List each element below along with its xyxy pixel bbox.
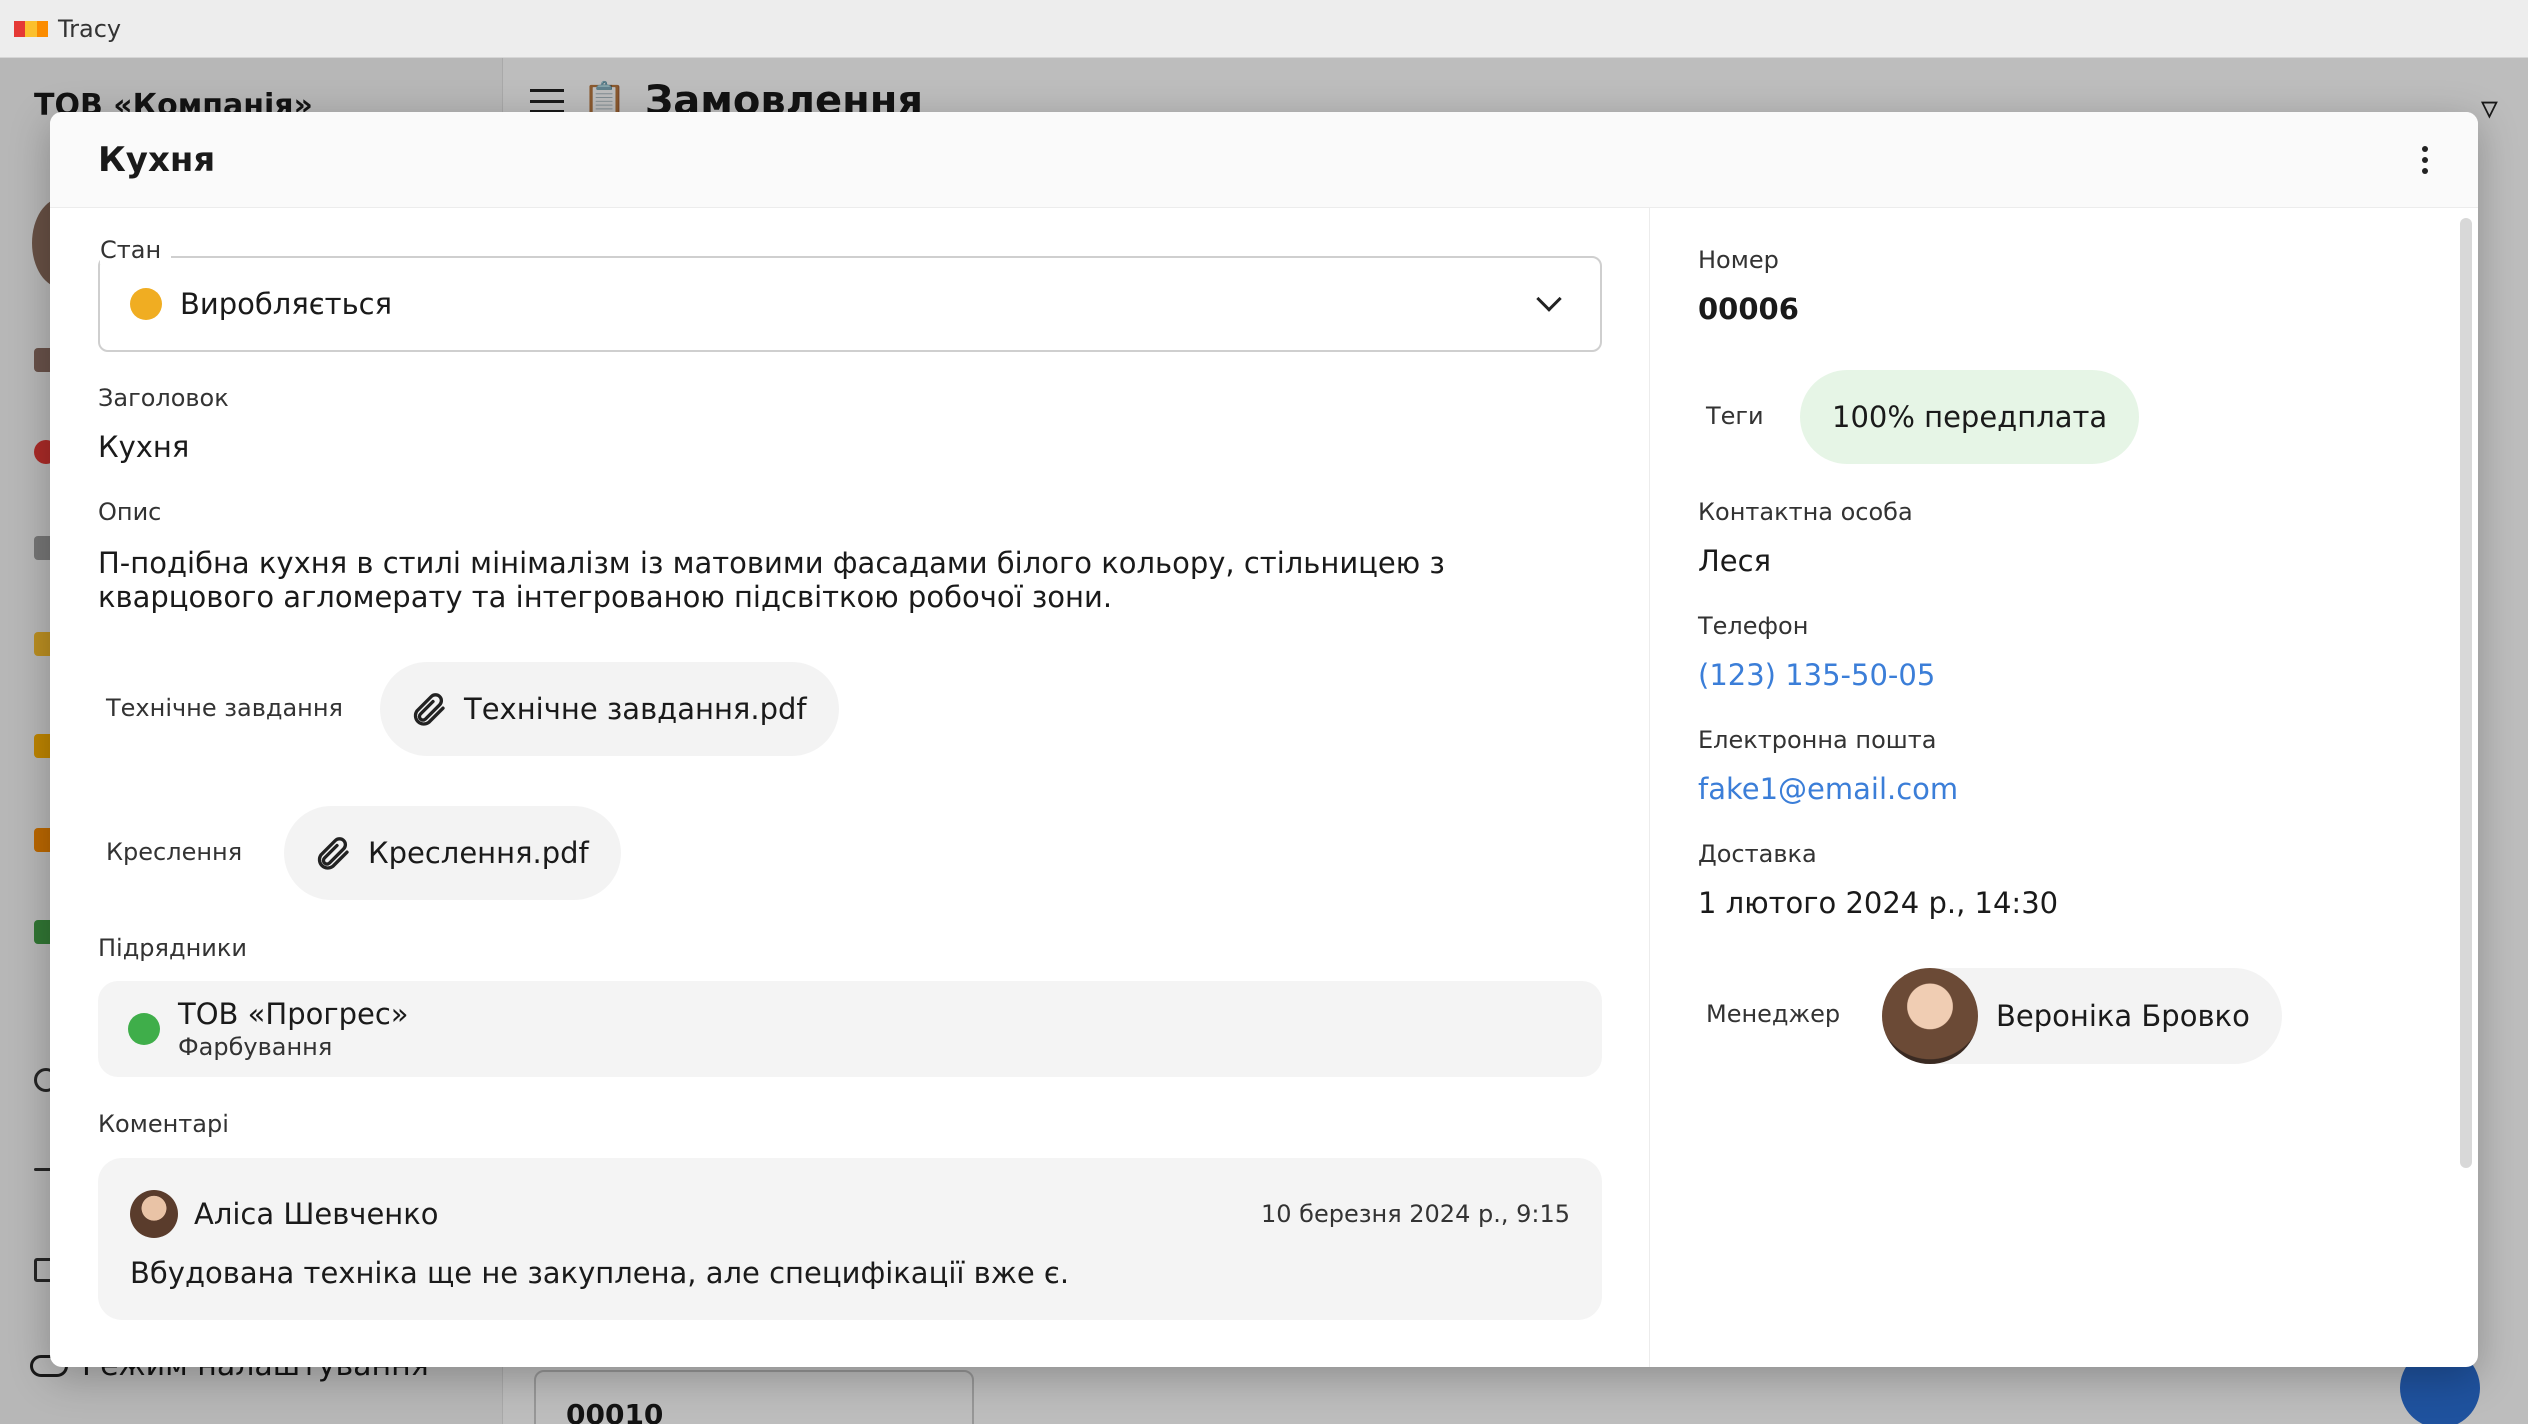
tech-task-filename: Технічне завдання.pdf <box>464 692 807 726</box>
delivery-value: 1 лютого 2024 р., 14:30 <box>1698 886 2059 920</box>
manager-label: Менеджер <box>1706 1000 1841 1028</box>
drawing-filename: Креслення.pdf <box>368 836 589 870</box>
contact-label: Контактна особа <box>1698 498 1913 526</box>
paperclip-icon <box>413 693 445 726</box>
subcontractor-status-icon <box>128 1013 160 1045</box>
comment-text: Вбудована техніка ще не закуплена, але с… <box>130 1256 1070 1290</box>
commenter-avatar <box>130 1190 178 1238</box>
tech-task-label: Технічне завдання <box>106 694 343 722</box>
comment-item: Аліса Шевченко 10 березня 2024 р., 9:15 … <box>98 1158 1602 1320</box>
right-column: Номер 00006 Теги 100% передплата Контакт… <box>1650 208 2478 1367</box>
window-title: Tracy <box>58 14 122 43</box>
status-select[interactable]: Стан Виробляється <box>98 236 1602 352</box>
paperclip-icon <box>317 837 349 870</box>
comment-author: Аліса Шевченко <box>194 1197 439 1231</box>
email-link[interactable]: fake1@email.com <box>1698 772 1958 806</box>
left-column: Стан Виробляється Заголовок Кухня Опис П… <box>50 208 1650 1367</box>
subcontractor-name: ТОВ «Прогрес» <box>178 997 409 1031</box>
delivery-label: Доставка <box>1698 840 1817 868</box>
manager-chip[interactable]: Вероніка Бровко <box>1882 968 2282 1064</box>
order-modal: Кухня Стан Виробляється Заголовок Кухня … <box>50 112 2478 1367</box>
modal-title: Кухня <box>98 139 216 180</box>
drawing-file[interactable]: Креслення.pdf <box>284 806 621 900</box>
phone-label: Телефон <box>1698 612 1809 640</box>
tech-task-file[interactable]: Технічне завдання.pdf <box>380 662 839 756</box>
phone-link[interactable]: (123) 135-50-05 <box>1698 658 1935 692</box>
description-label: Опис <box>98 498 162 526</box>
window-titlebar: Tracy <box>0 0 2528 58</box>
heading-value: Кухня <box>98 430 190 464</box>
modal-body: Стан Виробляється Заголовок Кухня Опис П… <box>50 208 2478 1367</box>
drawing-label: Креслення <box>106 838 243 866</box>
heading-label: Заголовок <box>98 384 229 412</box>
manager-avatar <box>1882 968 1978 1064</box>
subcontractor-role: Фарбування <box>178 1033 333 1061</box>
tag-badge[interactable]: 100% передплата <box>1800 370 2140 464</box>
status-value: Виробляється <box>180 287 393 321</box>
manager-name: Вероніка Бровко <box>1996 999 2250 1033</box>
more-options-icon[interactable] <box>2408 136 2442 184</box>
email-label: Електронна пошта <box>1698 726 1937 754</box>
status-label: Стан <box>100 236 172 264</box>
tags-label: Теги <box>1706 402 1764 430</box>
contact-value: Леся <box>1698 544 1772 578</box>
status-indicator-icon <box>130 288 162 320</box>
scrollbar[interactable] <box>2460 218 2472 1168</box>
number-value: 00006 <box>1698 292 1799 326</box>
subcontractors-label: Підрядники <box>98 934 247 962</box>
number-label: Номер <box>1698 246 1779 274</box>
subcontractor-item[interactable]: ТОВ «Прогрес» Фарбування <box>98 981 1602 1077</box>
description-value: П-подібна кухня в стилі мінімалізм із ма… <box>98 546 1445 614</box>
comments-label: Коментарі <box>98 1110 229 1138</box>
comment-date: 10 березня 2024 р., 9:15 <box>1261 1200 1570 1228</box>
modal-header: Кухня <box>50 112 2478 208</box>
app-logo-icon <box>14 20 48 37</box>
chevron-down-icon <box>1536 286 1562 312</box>
